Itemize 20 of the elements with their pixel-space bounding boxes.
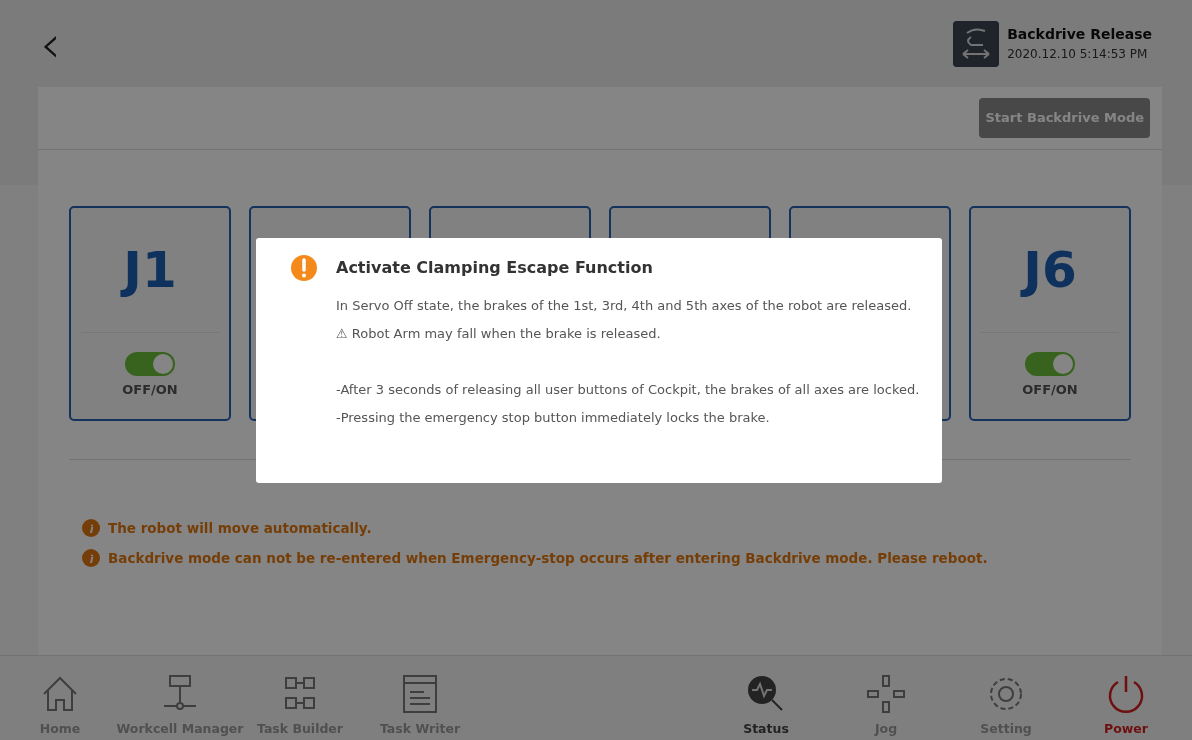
hand-arrows-icon xyxy=(953,20,1000,67)
toggle-switch[interactable] xyxy=(125,352,175,377)
dialog-text: -Pressing the emergency stop button immediately locks the brake. xyxy=(336,409,771,427)
dialog-text: In Servo Off state, the brakes of the 1st, 3rd, 4th and 5th axes of the robot are released. xyxy=(336,297,913,315)
switch-label: OFF/ON xyxy=(122,381,178,400)
switch-label: OFF/ON xyxy=(1022,381,1078,400)
toggle-switch[interactable] xyxy=(1025,352,1075,377)
warning-text: Backdrive mode can not be re-entered when Emergency-stop occurs after entering Backdrive mode. Please reboot. xyxy=(108,549,988,569)
alert-icon xyxy=(290,254,318,282)
info-icon xyxy=(82,519,100,538)
warning-text: The robot will move automatically. xyxy=(108,519,372,538)
status-title: Backdrive Release xyxy=(1007,25,1152,44)
dialog-title: Activate Clamping Escape Function xyxy=(336,257,654,279)
nav-item[interactable]: Power xyxy=(1066,656,1186,740)
dialog-text: ⚠ Robot Arm may fall when the brake is released. xyxy=(336,325,662,343)
status-time: 2020.12.10 5:14:53 PM xyxy=(1007,46,1149,63)
nav-item[interactable]: Status xyxy=(706,656,826,740)
info-icon xyxy=(82,549,100,568)
dialog-text: -After 3 seconds of releasing all user buttons of Cockpit, the brakes of all axes are locked. xyxy=(336,381,920,399)
back-button[interactable]: ‹ xyxy=(36,17,65,70)
